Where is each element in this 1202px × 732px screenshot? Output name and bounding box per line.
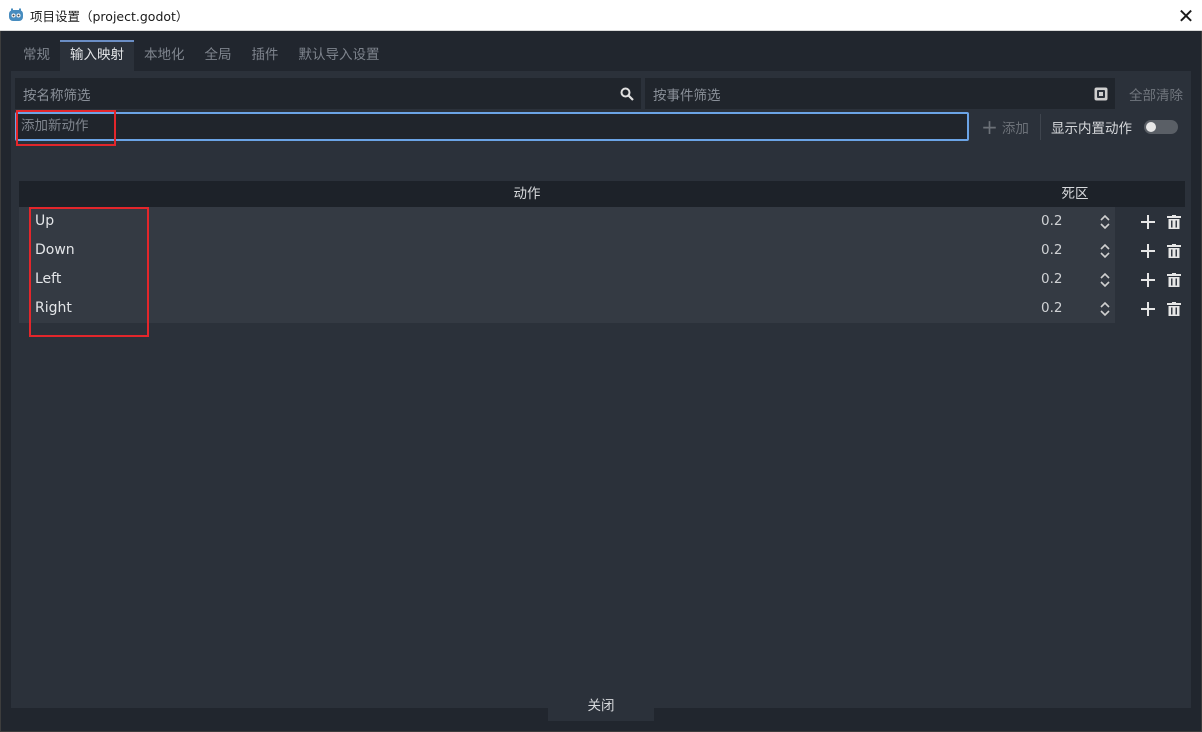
tab-import-defaults[interactable]: 默认导入设置 [289,40,390,71]
add-event-plus-icon[interactable] [1135,207,1161,236]
action-name[interactable]: Up [35,207,54,236]
add-event-plus-icon[interactable] [1135,294,1161,323]
window-titlebar: 项目设置（project.godot） ✕ [0,0,1202,31]
tree-header: 动作 死区 [19,181,1185,207]
row-actions [1135,265,1191,294]
new-action-input[interactable]: 添加新动作 [15,112,969,141]
remove-trash-icon[interactable] [1161,236,1187,265]
spinbox-arrows-icon[interactable] [1099,272,1111,288]
project-settings-dialog: 常规 输入映射 本地化 全局 插件 默认导入设置 按名称筛选 按事件筛选 全部清… [0,31,1202,732]
add-event-plus-icon[interactable] [1135,236,1161,265]
deadzone-value[interactable]: 0.2 [1041,207,1062,236]
toolbar-divider [1040,114,1041,140]
window-title: 项目设置（project.godot） [30,8,189,24]
tab-localization[interactable]: 本地化 [134,40,195,71]
toggle-switch[interactable] [1144,119,1178,134]
add-action-label: 添加 [1001,120,1029,137]
close-dialog-button[interactable]: 关闭 [548,687,654,721]
show-builtin-actions-toggle[interactable]: 显示内置动作 [1051,112,1178,141]
row-actions [1135,294,1191,323]
add-action-button[interactable]: + 添加 [977,112,1033,141]
tab-plugins[interactable]: 插件 [242,40,289,71]
row-actions [1135,207,1191,236]
table-row[interactable]: Up 0.2 [19,207,1181,236]
filter-by-event-input[interactable]: 按事件筛选 [645,78,1115,109]
column-header-action[interactable]: 动作 [19,181,1035,207]
keyboard-icon[interactable] [1087,78,1115,109]
remove-trash-icon[interactable] [1161,265,1187,294]
input-map-panel: 按名称筛选 按事件筛选 全部清除 添加新动作 + 添加 显示内置动作 动作 死区… [11,71,1191,708]
filter-by-name-input[interactable]: 按名称筛选 [15,78,641,109]
filter-by-event-placeholder: 按事件筛选 [653,87,721,104]
search-icon[interactable] [613,78,641,109]
table-row[interactable]: Down 0.2 [19,236,1181,265]
clear-all-button[interactable]: 全部清除 [1121,78,1191,109]
window-close-button[interactable]: ✕ [1170,0,1202,31]
remove-trash-icon[interactable] [1161,294,1187,323]
godot-logo-icon [9,8,23,21]
add-event-plus-icon[interactable] [1135,265,1161,294]
tab-globals[interactable]: 全局 [195,40,242,71]
tab-general[interactable]: 常规 [13,40,60,71]
tab-bar: 常规 输入映射 本地化 全局 插件 默认导入设置 [13,40,390,71]
action-name[interactable]: Right [35,294,72,323]
remove-trash-icon[interactable] [1161,207,1187,236]
deadzone-value[interactable]: 0.2 [1041,265,1062,294]
action-name[interactable]: Down [35,236,75,265]
tab-input-map[interactable]: 输入映射 [60,40,134,71]
filter-by-name-placeholder: 按名称筛选 [23,87,91,104]
action-name[interactable]: Left [35,265,61,294]
table-row[interactable]: Left 0.2 [19,265,1181,294]
spinbox-arrows-icon[interactable] [1099,214,1111,230]
row-actions [1135,236,1191,265]
show-builtin-actions-label: 显示内置动作 [1051,120,1132,137]
spinbox-arrows-icon[interactable] [1099,243,1111,259]
spinbox-arrows-icon[interactable] [1099,301,1111,317]
plus-icon: + [981,114,998,139]
table-row[interactable]: Right 0.2 [19,294,1181,323]
column-header-deadzone[interactable]: 死区 [1035,181,1115,207]
deadzone-value[interactable]: 0.2 [1041,236,1062,265]
toggle-knob [1146,121,1156,132]
actions-list: Up 0.2 Down 0.2 Left 0.2 Right 0.2 [19,207,1181,323]
deadzone-value[interactable]: 0.2 [1041,294,1062,323]
